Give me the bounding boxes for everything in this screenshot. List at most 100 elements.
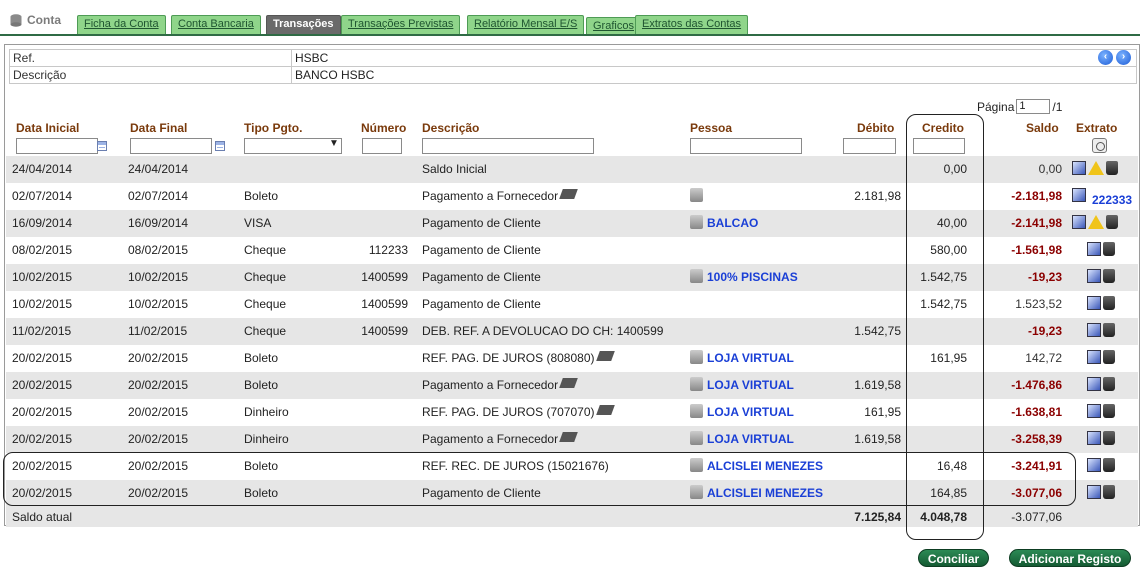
delete-icon[interactable] — [1103, 350, 1115, 364]
person-icon[interactable] — [690, 431, 703, 445]
edit-icon[interactable] — [1087, 350, 1101, 364]
chevron-down-icon[interactable]: ▼ — [329, 138, 339, 149]
delete-icon[interactable] — [1106, 161, 1118, 175]
conciliar-button[interactable]: Conciliar — [918, 549, 989, 567]
table-row[interactable]: 10/02/2015 10/02/2015 Cheque 1400599 Pagamen… — [6, 264, 1138, 291]
col-saldo[interactable]: Saldo — [1026, 121, 1059, 135]
person-link[interactable]: LOJA VIRTUAL — [707, 432, 794, 446]
edit-icon[interactable] — [1072, 161, 1086, 175]
stamp-icon[interactable] — [559, 189, 578, 199]
calendar-icon[interactable] — [215, 141, 225, 151]
delete-icon[interactable] — [1103, 377, 1115, 391]
edit-icon[interactable] — [1087, 377, 1101, 391]
person-icon[interactable] — [690, 404, 703, 418]
tab-conta-bancaria[interactable]: Conta Bancaria — [171, 15, 261, 34]
totals-label: Saldo atual — [12, 510, 73, 524]
col-debito[interactable]: Débito — [857, 121, 894, 135]
table-row[interactable]: 20/02/2015 20/02/2015 Boleto Pagamento a Fo… — [6, 372, 1138, 399]
table-row[interactable]: 20/02/2015 20/02/2015 Boleto REF. REC. DE J… — [6, 453, 1138, 480]
settings-icon[interactable] — [1092, 138, 1107, 153]
table-row[interactable]: 02/07/2014 02/07/2014 Boleto Pagamento a Fo… — [6, 183, 1138, 210]
table-row[interactable]: 20/02/2015 20/02/2015 Boleto REF. PAG. DE J… — [6, 345, 1138, 372]
col-extrato[interactable]: Extrato — [1076, 121, 1117, 135]
stamp-icon[interactable] — [559, 378, 578, 388]
person-icon[interactable] — [690, 215, 703, 229]
person-link[interactable]: LOJA VIRTUAL — [707, 351, 794, 365]
table-row[interactable]: 10/02/2015 10/02/2015 Cheque 1400599 Pagamen… — [6, 291, 1138, 318]
delete-icon[interactable] — [1103, 431, 1115, 445]
person-icon[interactable] — [690, 350, 703, 364]
delete-icon[interactable] — [1103, 458, 1115, 472]
filter-numero-input[interactable] — [362, 138, 402, 154]
page-input[interactable]: 1 — [1016, 99, 1051, 114]
filter-data-final-input[interactable] — [130, 138, 212, 154]
stamp-icon[interactable] — [595, 405, 615, 415]
col-pessoa[interactable]: Pessoa — [690, 121, 732, 135]
person-icon[interactable] — [690, 188, 703, 202]
delete-icon[interactable] — [1106, 215, 1118, 229]
table-row[interactable]: 20/02/2015 20/02/2015 Dinheiro REF. PAG. DE… — [6, 399, 1138, 426]
table-row[interactable]: 20/02/2015 20/02/2015 Dinheiro Pagamento a … — [6, 426, 1138, 453]
delete-icon[interactable] — [1103, 296, 1115, 310]
edit-icon[interactable] — [1087, 242, 1101, 256]
previous-arrow-icon[interactable]: ‹ — [1098, 50, 1113, 65]
next-arrow-icon[interactable]: › — [1116, 50, 1131, 65]
table-row[interactable]: 11/02/2015 11/02/2015 Cheque 1400599 DEB. RE… — [6, 318, 1138, 345]
delete-icon[interactable] — [1103, 485, 1115, 499]
col-credito[interactable]: Credito — [922, 121, 964, 135]
edit-icon[interactable] — [1072, 188, 1086, 202]
table-row[interactable]: 24/04/2014 24/04/2014 Saldo Inicial 0,00 0,0… — [6, 156, 1138, 183]
filter-credito-input[interactable] — [913, 138, 965, 154]
cell-extrato — [1087, 318, 1117, 345]
adicionar-registo-button[interactable]: Adicionar Registo — [1009, 549, 1131, 567]
stamp-icon[interactable] — [559, 432, 578, 442]
filter-pessoa-input[interactable] — [690, 138, 802, 154]
person-link[interactable]: ALCISLEI MENEZES — [707, 486, 823, 500]
person-link[interactable]: LOJA VIRTUAL — [707, 378, 794, 392]
tab-relatorio-mensal[interactable]: Relatório Mensal E/S — [467, 15, 585, 34]
stamp-icon[interactable] — [595, 351, 615, 361]
person-link[interactable]: ALCISLEI MENEZES — [707, 459, 823, 473]
edit-icon[interactable] — [1087, 458, 1101, 472]
tab-transacoes[interactable]: Transações — [266, 15, 341, 34]
filter-tipo-pgto-select[interactable] — [244, 138, 342, 154]
person-icon[interactable] — [690, 485, 703, 499]
col-numero[interactable]: Número — [361, 121, 406, 135]
person-link[interactable]: LOJA VIRTUAL — [707, 405, 794, 419]
filter-data-inicial-input[interactable] — [16, 138, 98, 154]
person-link[interactable]: 100% PISCINAS — [707, 270, 798, 284]
table-row[interactable]: 16/09/2014 16/09/2014 VISA Pagamento de Cli… — [6, 210, 1138, 237]
delete-icon[interactable] — [1103, 323, 1115, 337]
cell-saldo: -3.258,39 — [1011, 432, 1062, 446]
col-tipo-pgto[interactable]: Tipo Pgto. — [244, 121, 302, 135]
person-icon[interactable] — [690, 377, 703, 391]
filter-descricao-input[interactable] — [422, 138, 594, 154]
col-data-inicial[interactable]: Data Inicial — [16, 121, 79, 135]
tab-graficos[interactable]: Graficos — [586, 17, 641, 34]
table-row[interactable]: 08/02/2015 08/02/2015 Cheque 112233 Pagament… — [6, 237, 1138, 264]
tab-extratos-das-contas[interactable]: Extratos das Contas — [635, 15, 749, 34]
edit-icon[interactable] — [1087, 404, 1101, 418]
edit-icon[interactable] — [1087, 485, 1101, 499]
edit-icon[interactable] — [1087, 296, 1101, 310]
person-link[interactable]: BALCAO — [707, 216, 758, 230]
edit-icon[interactable] — [1087, 431, 1101, 445]
col-descricao[interactable]: Descrição — [422, 121, 479, 135]
tab-transacoes-previstas[interactable]: Transações Previstas — [341, 15, 461, 34]
filter-debito-input[interactable] — [843, 138, 896, 154]
delete-icon[interactable] — [1103, 242, 1115, 256]
cell-descricao: Pagamento de Cliente — [422, 480, 541, 507]
cell-descricao: Pagamento de Cliente — [422, 291, 541, 318]
person-icon[interactable] — [690, 458, 703, 472]
delete-icon[interactable] — [1103, 404, 1115, 418]
edit-icon[interactable] — [1087, 269, 1101, 283]
table-row[interactable]: 20/02/2015 20/02/2015 Boleto Pagamento de C… — [6, 480, 1138, 507]
extrato-link[interactable]: 222333 — [1092, 193, 1132, 207]
col-data-final[interactable]: Data Final — [130, 121, 187, 135]
edit-icon[interactable] — [1072, 215, 1086, 229]
calendar-icon[interactable] — [97, 141, 107, 151]
edit-icon[interactable] — [1087, 323, 1101, 337]
tab-ficha-da-conta[interactable]: Ficha da Conta — [77, 15, 166, 34]
person-icon[interactable] — [690, 269, 703, 283]
delete-icon[interactable] — [1103, 269, 1115, 283]
